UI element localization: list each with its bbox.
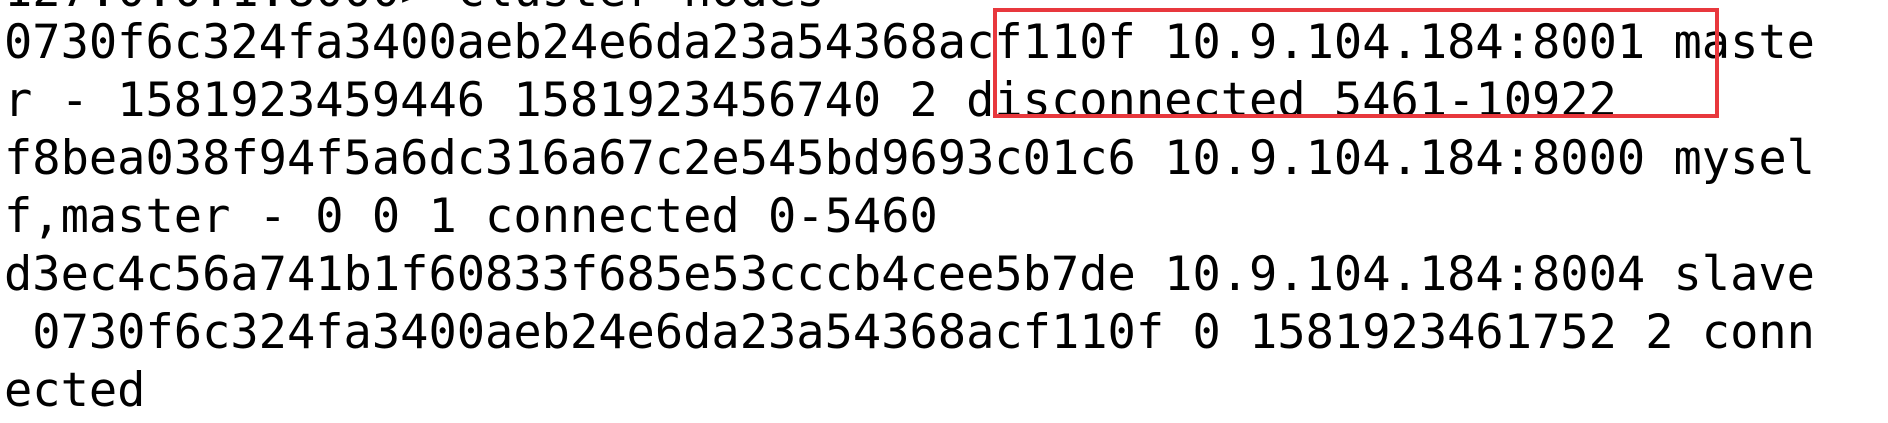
highlight-annotation-box — [993, 8, 1719, 118]
terminal-line: 0730f6c324fa3400aeb24e6da23a54368acf110f… — [4, 305, 1815, 360]
terminal-line: d3ec4c56a741b1f60833f685e53cccb4cee5b7de… — [4, 247, 1815, 302]
terminal-line: f,master - 0 0 1 connected 0-5460 — [4, 189, 938, 244]
terminal-output: 127.0.0.1:8000> cluster nodes 0730f6c324… — [0, 0, 1888, 423]
terminal-line: f8bea038f94f5a6dc316a67c2e545bd9693c01c6… — [4, 131, 1815, 186]
terminal-line: ected — [4, 363, 146, 418]
